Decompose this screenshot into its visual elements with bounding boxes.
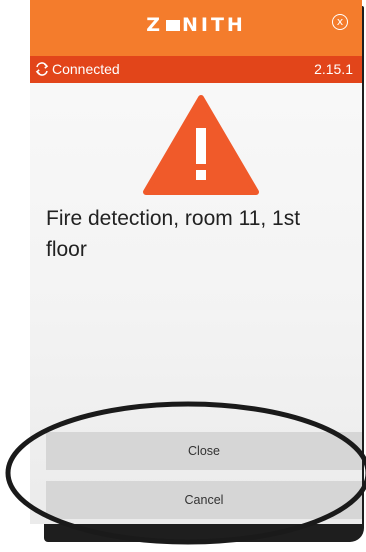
warning-icon xyxy=(143,95,259,195)
alert-message: Fire detection, room 11, 1st floor xyxy=(46,207,301,261)
logo-letter-z: Z xyxy=(146,14,163,36)
app-logo: Z NITH xyxy=(30,14,362,36)
sync-icon xyxy=(35,62,49,76)
logo-letters-nith: NITH xyxy=(181,14,246,36)
connection-status-bar: Connected 2.15.1 xyxy=(30,56,362,83)
logo-box-icon xyxy=(165,19,180,31)
close-app-button[interactable]: x xyxy=(332,14,348,30)
screenshot-stage: Z NITH x Connected 2.15.1 Fire detection,… xyxy=(0,0,366,552)
close-button[interactable]: Close xyxy=(46,432,362,470)
connection-status-label: Connected xyxy=(52,61,120,77)
app-screen: Z NITH x Connected 2.15.1 Fire detection,… xyxy=(30,0,362,524)
cancel-button[interactable]: Cancel xyxy=(46,481,362,519)
title-bar: Z NITH x xyxy=(30,0,362,56)
app-version: 2.15.1 xyxy=(314,61,353,77)
